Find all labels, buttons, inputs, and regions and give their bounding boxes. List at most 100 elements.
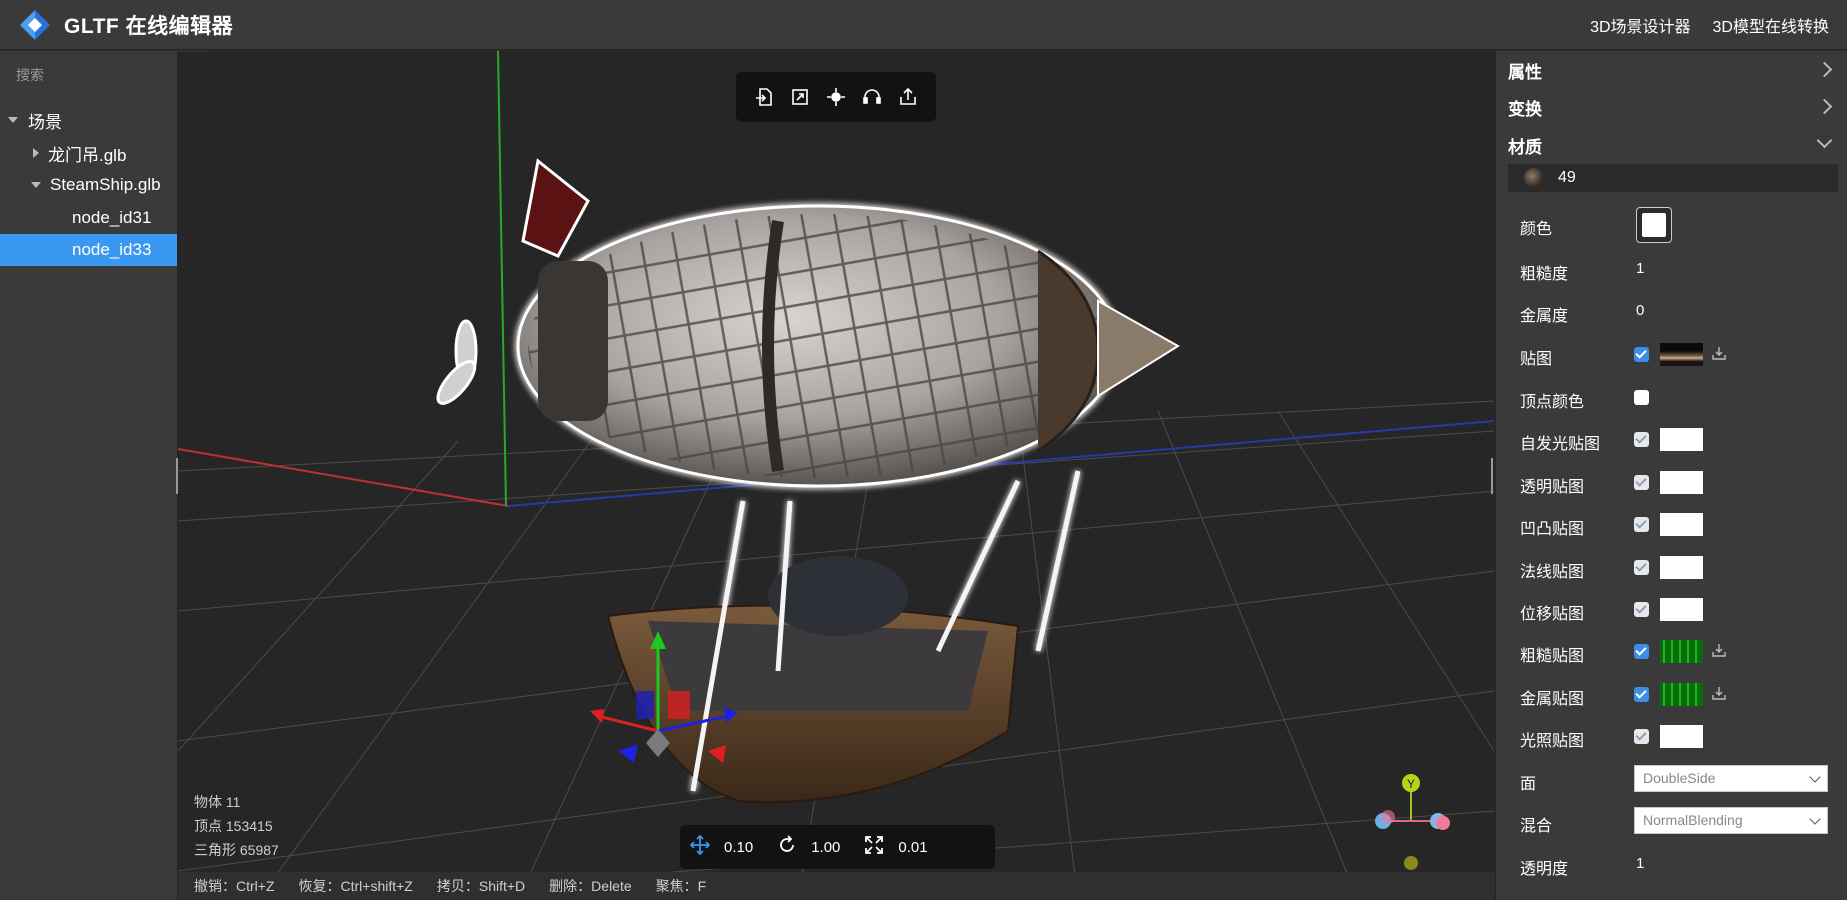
blending-select[interactable]: NormalBlending xyxy=(1634,807,1828,834)
light-map-checkbox[interactable] xyxy=(1634,729,1649,744)
share-icon[interactable] xyxy=(895,84,921,110)
roughness-map-texture-preview[interactable] xyxy=(1660,640,1703,663)
model-converter-link[interactable]: 3D模型在线转换 xyxy=(1713,13,1829,37)
bump-map-checkbox[interactable] xyxy=(1634,517,1649,532)
alpha-map-slot[interactable] xyxy=(1660,471,1703,494)
prop-label: 贴图 xyxy=(1520,351,1553,368)
section-title: 材质 xyxy=(1508,137,1542,157)
prop-light-map: 光照贴图 xyxy=(1496,718,1847,754)
chevron-down-icon xyxy=(1809,771,1821,783)
prop-label: 透明度 xyxy=(1520,861,1569,878)
y-axis-line xyxy=(497,51,507,507)
section-properties[interactable]: 属性 xyxy=(1496,52,1847,88)
color-picker[interactable] xyxy=(1636,207,1672,243)
material-slot[interactable]: 49 xyxy=(1508,164,1838,192)
rotate-step-value[interactable]: 1.00 xyxy=(811,839,840,856)
orientation-gizmo[interactable]: Y xyxy=(1375,774,1450,870)
search-field[interactable]: 搜索 xyxy=(16,65,44,85)
move-icon[interactable] xyxy=(689,834,711,860)
metalness-value[interactable]: 0 xyxy=(1636,302,1644,319)
export-icon[interactable] xyxy=(787,84,813,110)
scale-step-value[interactable]: 0.01 xyxy=(898,839,927,856)
x-axis-line xyxy=(178,448,509,507)
tree-item-steamship[interactable]: SteamShip.glb xyxy=(0,169,177,201)
prop-label: 透明贴图 xyxy=(1520,479,1585,496)
prop-label: 凹凸贴图 xyxy=(1520,521,1585,538)
tree-item-scene[interactable]: 场景 xyxy=(0,104,177,136)
prop-label: 位移贴图 xyxy=(1520,606,1585,623)
shortcut-undo: 撤销：Ctrl+Z xyxy=(194,878,275,894)
download-icon[interactable] xyxy=(1711,642,1727,663)
displacement-map-slot[interactable] xyxy=(1660,598,1703,621)
right-panel-resize-handle[interactable] xyxy=(1491,458,1493,494)
prop-metalness: 金属度 0 xyxy=(1496,293,1847,329)
tree-item-node-id31[interactable]: node_id31 xyxy=(0,202,177,234)
emissive-map-slot[interactable] xyxy=(1660,428,1703,451)
tree-item-gantry-crane[interactable]: 龙门吊.glb xyxy=(0,137,177,169)
download-icon[interactable] xyxy=(1711,345,1727,366)
prop-roughness-map: 粗糙贴图 xyxy=(1496,633,1847,669)
prop-side: 面 DoubleSide xyxy=(1496,761,1847,797)
caret-down-icon[interactable] xyxy=(8,117,18,123)
opacity-value[interactable]: 1 xyxy=(1636,855,1644,872)
metalness-map-checkbox[interactable] xyxy=(1634,687,1649,702)
roughness-map-checkbox[interactable] xyxy=(1634,644,1649,659)
roughness-value[interactable]: 1 xyxy=(1636,260,1644,277)
shortcut-copy: 拷贝：Shift+D xyxy=(436,878,526,894)
translate-step-value[interactable]: 0.10 xyxy=(724,839,753,856)
gizmo-y-label: Y xyxy=(1407,777,1415,791)
prop-label: 金属度 xyxy=(1520,308,1569,325)
3d-viewport[interactable]: Y 物体 11 顶点 153415 三角形 65987 0.10 1.00 0.… xyxy=(178,51,1494,900)
prop-label: 自发光贴图 xyxy=(1520,436,1601,453)
chevron-down-icon xyxy=(1809,813,1821,825)
prop-label: 法线贴图 xyxy=(1520,564,1585,581)
headset-icon[interactable] xyxy=(859,84,885,110)
emissive-map-checkbox[interactable] xyxy=(1634,432,1649,447)
light-map-slot[interactable] xyxy=(1660,725,1703,748)
vertex-colors-checkbox[interactable] xyxy=(1634,390,1649,405)
bump-map-slot[interactable] xyxy=(1660,513,1703,536)
airship-model[interactable] xyxy=(432,158,1180,804)
tree-item-label: 场景 xyxy=(28,112,62,132)
viewport-toolbar xyxy=(736,72,936,122)
prop-label: 光照贴图 xyxy=(1520,733,1585,750)
prop-label: 粗糙度 xyxy=(1520,266,1569,283)
prop-color: 颜色 xyxy=(1496,206,1847,243)
caret-down-icon[interactable] xyxy=(31,182,41,188)
prop-opacity: 透明度 1 xyxy=(1496,846,1847,882)
triangle-count: 三角形 65987 xyxy=(194,842,279,858)
scale-icon[interactable] xyxy=(864,835,884,860)
section-material[interactable]: 材质 xyxy=(1496,127,1847,163)
prop-metalness-map: 金属贴图 xyxy=(1496,676,1847,712)
chevron-right-icon xyxy=(1816,98,1833,115)
app-title: GLTF 在线编辑器 xyxy=(64,14,234,38)
import-icon[interactable] xyxy=(751,84,777,110)
prop-vertex-colors: 顶点颜色 xyxy=(1496,379,1847,415)
prop-normal-map: 法线贴图 xyxy=(1496,549,1847,585)
alpha-map-checkbox[interactable] xyxy=(1634,475,1649,490)
map-texture-preview[interactable] xyxy=(1660,343,1703,366)
scene-designer-link[interactable]: 3D场景设计器 xyxy=(1590,13,1690,37)
chevron-right-icon xyxy=(1816,61,1833,78)
prop-label: 颜色 xyxy=(1520,221,1553,238)
map-checkbox[interactable] xyxy=(1634,347,1649,362)
tree-item-node-id33[interactable]: node_id33 xyxy=(0,234,177,266)
tree-item-label: SteamShip.glb xyxy=(50,175,161,194)
normal-map-slot[interactable] xyxy=(1660,556,1703,579)
scene-stats: 物体 11 顶点 153415 三角形 65987 xyxy=(194,790,279,862)
section-transform[interactable]: 变换 xyxy=(1496,89,1847,125)
app-logo-icon xyxy=(18,8,52,42)
download-icon[interactable] xyxy=(1711,685,1727,706)
left-panel-resize-handle[interactable] xyxy=(176,458,178,494)
center-icon[interactable] xyxy=(823,84,849,110)
caret-right-icon[interactable] xyxy=(33,148,39,158)
prop-label: 金属贴图 xyxy=(1520,691,1585,708)
metalness-map-texture-preview[interactable] xyxy=(1660,683,1703,706)
prop-blending: 混合 NormalBlending xyxy=(1496,803,1847,839)
normal-map-checkbox[interactable] xyxy=(1634,560,1649,575)
prop-map: 贴图 xyxy=(1496,336,1847,372)
displacement-map-checkbox[interactable] xyxy=(1634,602,1649,617)
vertex-count: 顶点 153415 xyxy=(194,818,273,834)
side-select[interactable]: DoubleSide xyxy=(1634,765,1828,792)
rotate-icon[interactable] xyxy=(777,834,797,860)
